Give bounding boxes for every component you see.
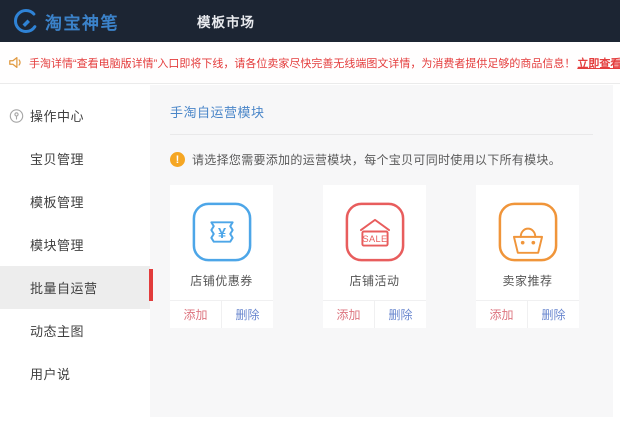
- module-card-seller-recommend: 卖家推荐 添加 删除: [476, 185, 579, 328]
- module-cards: ¥ 店铺优惠券 添加 删除 SALE 店铺活动 添加: [170, 185, 593, 328]
- add-button[interactable]: 添加: [323, 301, 375, 328]
- announcement-text: 手淘详情“查看电脑版详情”入口即将下线，请各位卖家尽快完善无线端图文详情，为消费…: [29, 55, 575, 71]
- operation-center-icon: [9, 108, 24, 123]
- title-divider: [170, 134, 593, 135]
- speaker-icon: [8, 55, 24, 70]
- sidebar-item-label: 操作中心: [30, 106, 84, 125]
- svg-text:SALE: SALE: [362, 234, 387, 244]
- sidebar-item-user-reviews[interactable]: 用户说: [0, 352, 150, 395]
- sidebar-item-item-management[interactable]: 宝贝管理: [0, 137, 150, 180]
- sidebar-item-module-management[interactable]: 模块管理: [0, 223, 150, 266]
- module-card-shop-activity: SALE 店铺活动 添加 删除: [323, 185, 426, 328]
- app-title: 淘宝神笔: [45, 9, 119, 34]
- top-header: 淘宝神笔 模板市场: [0, 0, 620, 42]
- add-button[interactable]: 添加: [170, 301, 222, 328]
- nav-template-market[interactable]: 模板市场: [197, 11, 255, 31]
- sidebar-item-batch-self-operation[interactable]: 批量自运营: [0, 266, 150, 309]
- delete-button[interactable]: 删除: [528, 301, 579, 328]
- sidebar-item-dynamic-main-image[interactable]: 动态主图: [0, 309, 150, 352]
- module-name: 卖家推荐: [502, 272, 552, 289]
- card-actions: 添加 删除: [170, 300, 273, 328]
- sidebar-item-label: 用户说: [30, 364, 71, 383]
- sale-sign-icon: SALE: [344, 201, 406, 263]
- module-name: 店铺活动: [349, 272, 399, 289]
- sidebar-item-label: 动态主图: [30, 321, 84, 340]
- app-logo[interactable]: 淘宝神笔: [13, 8, 119, 34]
- view-now-link[interactable]: 立即查看>>: [577, 55, 620, 71]
- card-body: ¥ 店铺优惠券: [170, 185, 273, 300]
- sidebar-item-label: 批量自运营: [30, 278, 98, 297]
- card-body: 卖家推荐: [476, 185, 579, 300]
- delete-button[interactable]: 删除: [222, 301, 273, 328]
- coupon-icon: ¥: [191, 201, 253, 263]
- card-actions: 添加 删除: [323, 300, 426, 328]
- module-name: 店铺优惠券: [190, 272, 253, 289]
- card-body: SALE 店铺活动: [323, 185, 426, 300]
- sidebar-item-label: 宝贝管理: [30, 149, 84, 168]
- tip-text: 请选择您需要添加的运营模块，每个宝贝可同时使用以下所有模块。: [192, 151, 561, 168]
- card-actions: 添加 删除: [476, 300, 579, 328]
- sidebar-item-label: 模块管理: [30, 235, 84, 254]
- info-icon: !: [170, 152, 185, 167]
- section-title: 手淘自运营模块: [150, 85, 613, 121]
- sidebar-item-label: 模板管理: [30, 192, 84, 211]
- delete-button[interactable]: 删除: [375, 301, 426, 328]
- sidebar: 操作中心 宝贝管理 模板管理 模块管理 批量自运营 动态主图 用户说: [0, 85, 150, 395]
- sidebar-item-operation-center[interactable]: 操作中心: [0, 94, 150, 137]
- pen-circle-icon: [13, 8, 39, 34]
- tip-row: ! 请选择您需要添加的运营模块，每个宝贝可同时使用以下所有模块。: [170, 151, 593, 168]
- shopping-basket-icon: [497, 201, 559, 263]
- add-button[interactable]: 添加: [476, 301, 528, 328]
- sidebar-item-template-management[interactable]: 模板管理: [0, 180, 150, 223]
- svg-text:¥: ¥: [217, 226, 226, 242]
- module-card-shop-coupon: ¥ 店铺优惠券 添加 删除: [170, 185, 273, 328]
- main-panel: 手淘自运营模块 ! 请选择您需要添加的运营模块，每个宝贝可同时使用以下所有模块。…: [150, 85, 613, 417]
- announcement-bar: 手淘详情“查看电脑版详情”入口即将下线，请各位卖家尽快完善无线端图文详情，为消费…: [0, 42, 620, 84]
